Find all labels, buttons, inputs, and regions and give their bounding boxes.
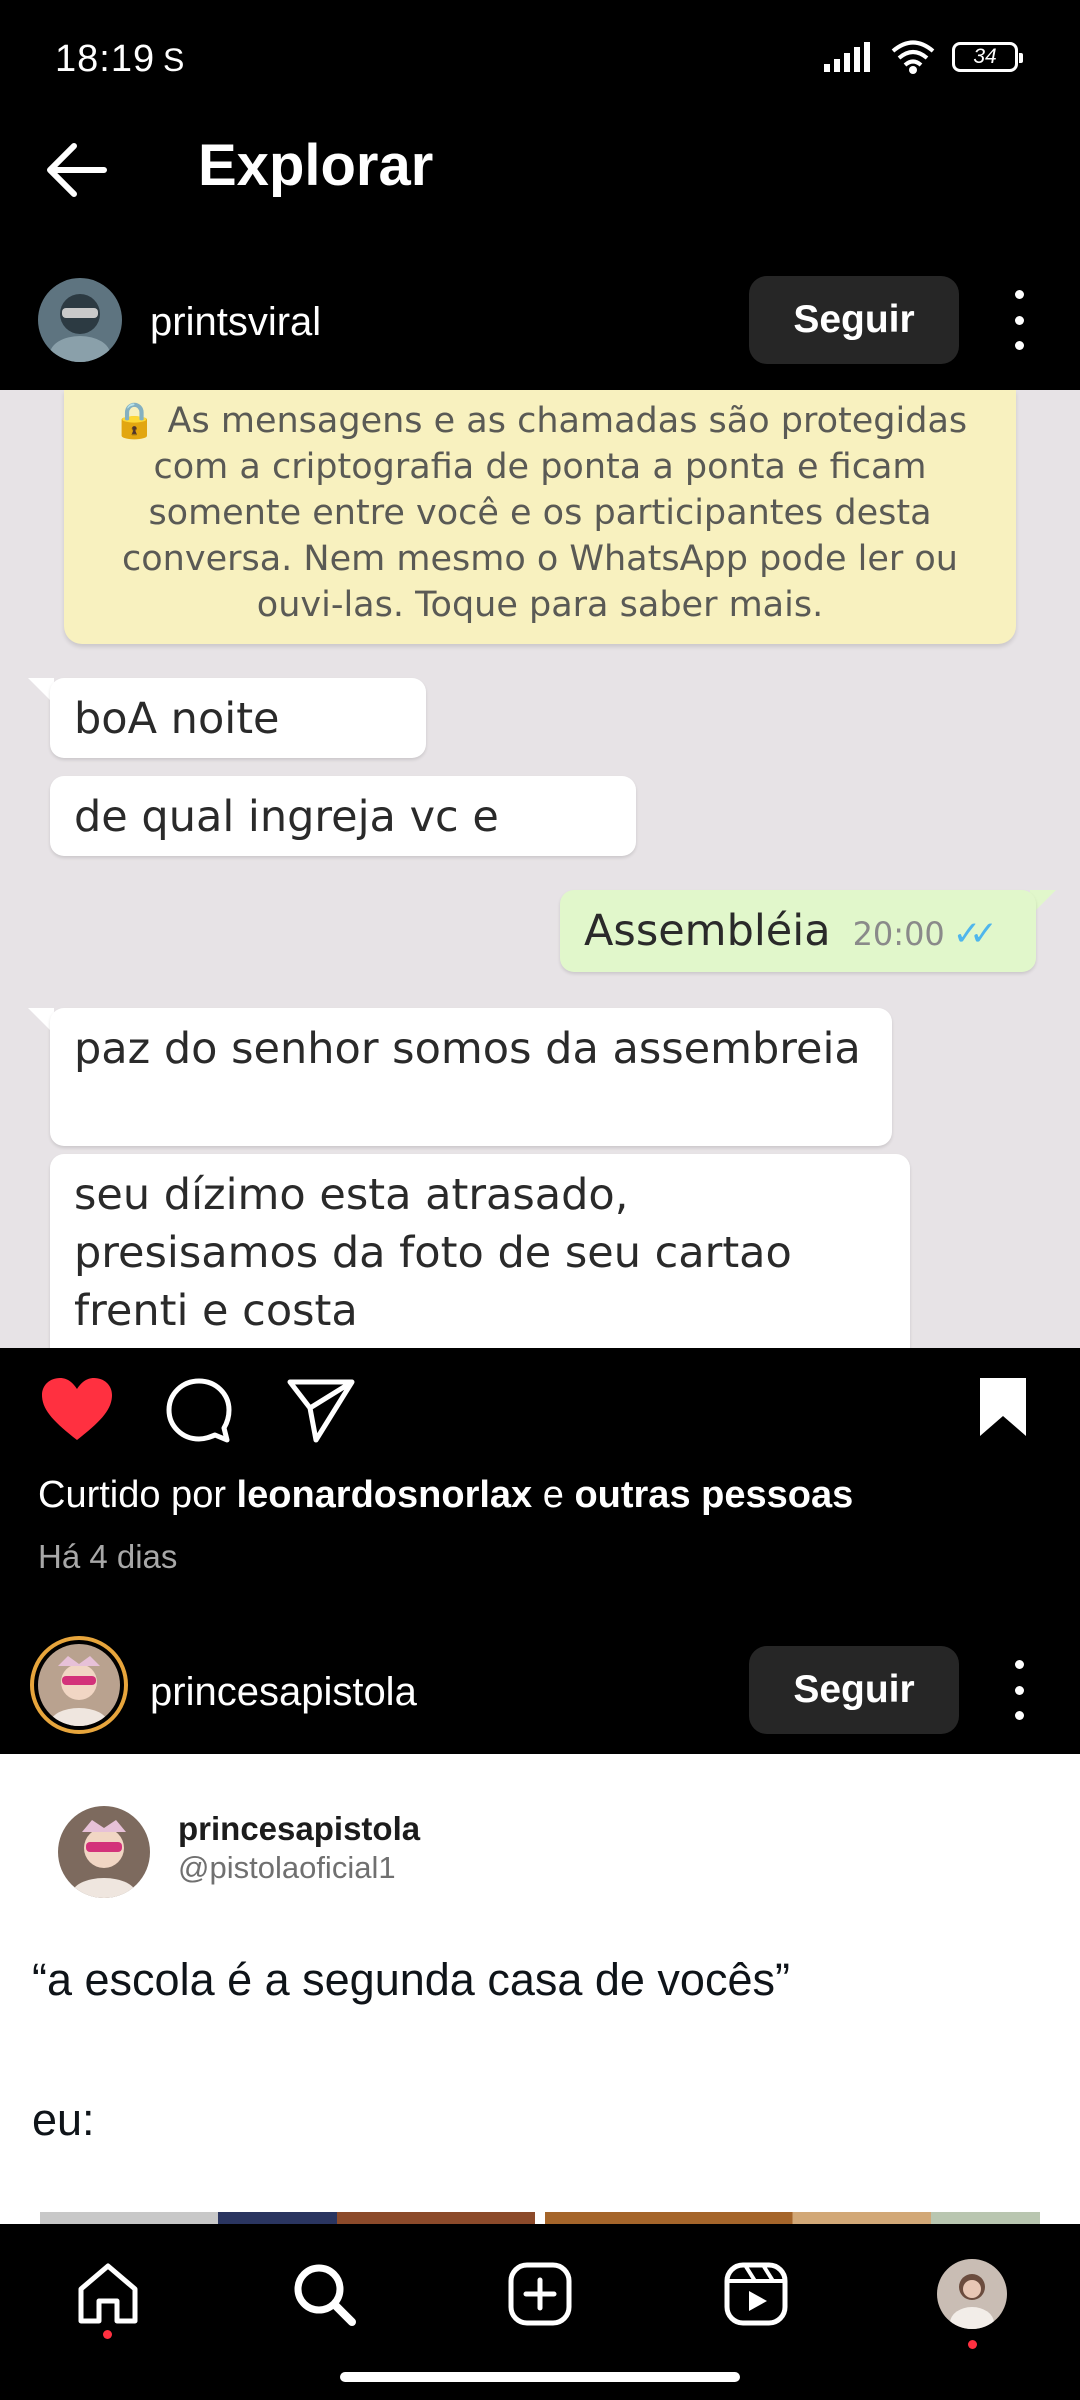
- back-arrow-icon[interactable]: [40, 130, 114, 210]
- post-image[interactable]: 🔒 As mensagens e as chamadas são protegi…: [0, 390, 1080, 1348]
- status-icons: 34: [824, 40, 1023, 74]
- follow-button[interactable]: Seguir: [749, 276, 959, 364]
- tweet-text: eu:: [32, 2094, 95, 2145]
- message-text: frenti e costa: [74, 1286, 358, 1336]
- message-time: 20:00: [852, 915, 945, 953]
- notification-dot: [968, 2340, 977, 2349]
- message-bubble: boA noite: [50, 678, 426, 758]
- wifi-icon: [891, 40, 935, 74]
- post-username[interactable]: printsviral: [150, 300, 321, 345]
- battery-level: 34: [973, 45, 997, 68]
- post-header: printsviral Seguir: [0, 266, 1080, 376]
- likes-summary[interactable]: Curtido por leonardosnorlax e outras pes…: [38, 1474, 853, 1517]
- bottom-navigation: [0, 2224, 1080, 2400]
- signal-icon: [824, 42, 870, 72]
- create-icon: [508, 2262, 572, 2326]
- message-text: de qual ingreja vc e: [74, 792, 499, 842]
- status-time: 18:19: [55, 38, 156, 80]
- likes-conjunction: e: [532, 1474, 575, 1516]
- home-icon: [78, 2263, 138, 2324]
- notice-line: 🔒 As mensagens e as chamadas são protegi…: [112, 401, 968, 441]
- post-actions: [0, 1348, 1080, 1468]
- tweet-photo: [40, 2212, 535, 2224]
- tweet-avatar: [58, 1806, 150, 1898]
- home-indicator[interactable]: [340, 2372, 740, 2382]
- carrier-indicator: S: [163, 42, 185, 78]
- message-text: presisamos da foto de seu cartao: [74, 1228, 792, 1278]
- notice-line: conversa. Nem mesmo o WhatsApp pode ler …: [122, 539, 958, 579]
- message-bubble: de qual ingreja vc e: [50, 776, 636, 856]
- status-bar: 18:19 S 34: [0, 0, 1080, 120]
- comment-icon[interactable]: [164, 1376, 234, 1446]
- reels-icon: [724, 2262, 788, 2326]
- notice-line: somente entre você e os participantes de…: [148, 493, 932, 533]
- nav-search[interactable]: [284, 2254, 364, 2334]
- liked-by-others[interactable]: outras pessoas: [574, 1474, 853, 1516]
- message-bubble: paz do senhor somos da assembreia: [50, 1008, 892, 1146]
- message-text: boA noite: [74, 694, 280, 744]
- battery-icon: 34: [952, 42, 1023, 72]
- message-text: paz do senhor somos da assembreia: [74, 1024, 861, 1074]
- liked-by-user[interactable]: leonardosnorlax: [237, 1474, 533, 1516]
- likes-prefix: Curtido por: [38, 1474, 237, 1516]
- message-text: Assembléia: [584, 906, 831, 956]
- more-options-icon[interactable]: [1004, 290, 1034, 350]
- notification-dot: [103, 2330, 112, 2339]
- read-receipt-icon: ✓✓: [952, 914, 998, 954]
- tweet-author-name: princesapistola: [178, 1810, 421, 1847]
- nav-reels[interactable]: [716, 2254, 796, 2334]
- more-options-icon[interactable]: [1004, 1660, 1034, 1720]
- message-text: seu dízimo esta atrasado,: [74, 1170, 629, 1220]
- notice-line: ouvi-las. Toque para saber mais.: [256, 585, 824, 625]
- tweet-photo: [545, 2212, 1040, 2224]
- post-image[interactable]: princesapistola @pistolaoficial1 “a esco…: [0, 1754, 1080, 2224]
- page-title: Explorar: [198, 133, 434, 198]
- tweet-author-handle: @pistolaoficial1: [178, 1850, 396, 1885]
- nav-home[interactable]: [68, 2254, 148, 2334]
- message-bubble: seu dízimo esta atrasado, presisamos da …: [50, 1154, 910, 1348]
- search-icon: [294, 2264, 356, 2326]
- encryption-notice: 🔒 As mensagens e as chamadas são protegi…: [64, 390, 1016, 644]
- post-username[interactable]: princesapistola: [150, 1670, 417, 1715]
- post-header: princesapistola Seguir: [0, 1636, 1080, 1746]
- avatar-story-ring[interactable]: [30, 1636, 128, 1734]
- heart-icon[interactable]: [40, 1376, 114, 1442]
- bookmark-icon[interactable]: [978, 1376, 1028, 1438]
- message-bubble-outgoing: Assembléia 20:00 ✓✓: [560, 890, 1036, 972]
- notice-line: com a criptografia de ponta a ponta e fi…: [153, 447, 927, 487]
- avatar[interactable]: [38, 278, 122, 362]
- post-timestamp: Há 4 dias: [38, 1538, 178, 1575]
- tweet-text: “a escola é a segunda casa de vocês”: [32, 1954, 790, 2005]
- nav-create[interactable]: [500, 2254, 580, 2334]
- follow-button[interactable]: Seguir: [749, 1646, 959, 1734]
- profile-avatar: [937, 2259, 1007, 2329]
- share-icon[interactable]: [286, 1376, 356, 1444]
- nav-profile[interactable]: [932, 2254, 1012, 2334]
